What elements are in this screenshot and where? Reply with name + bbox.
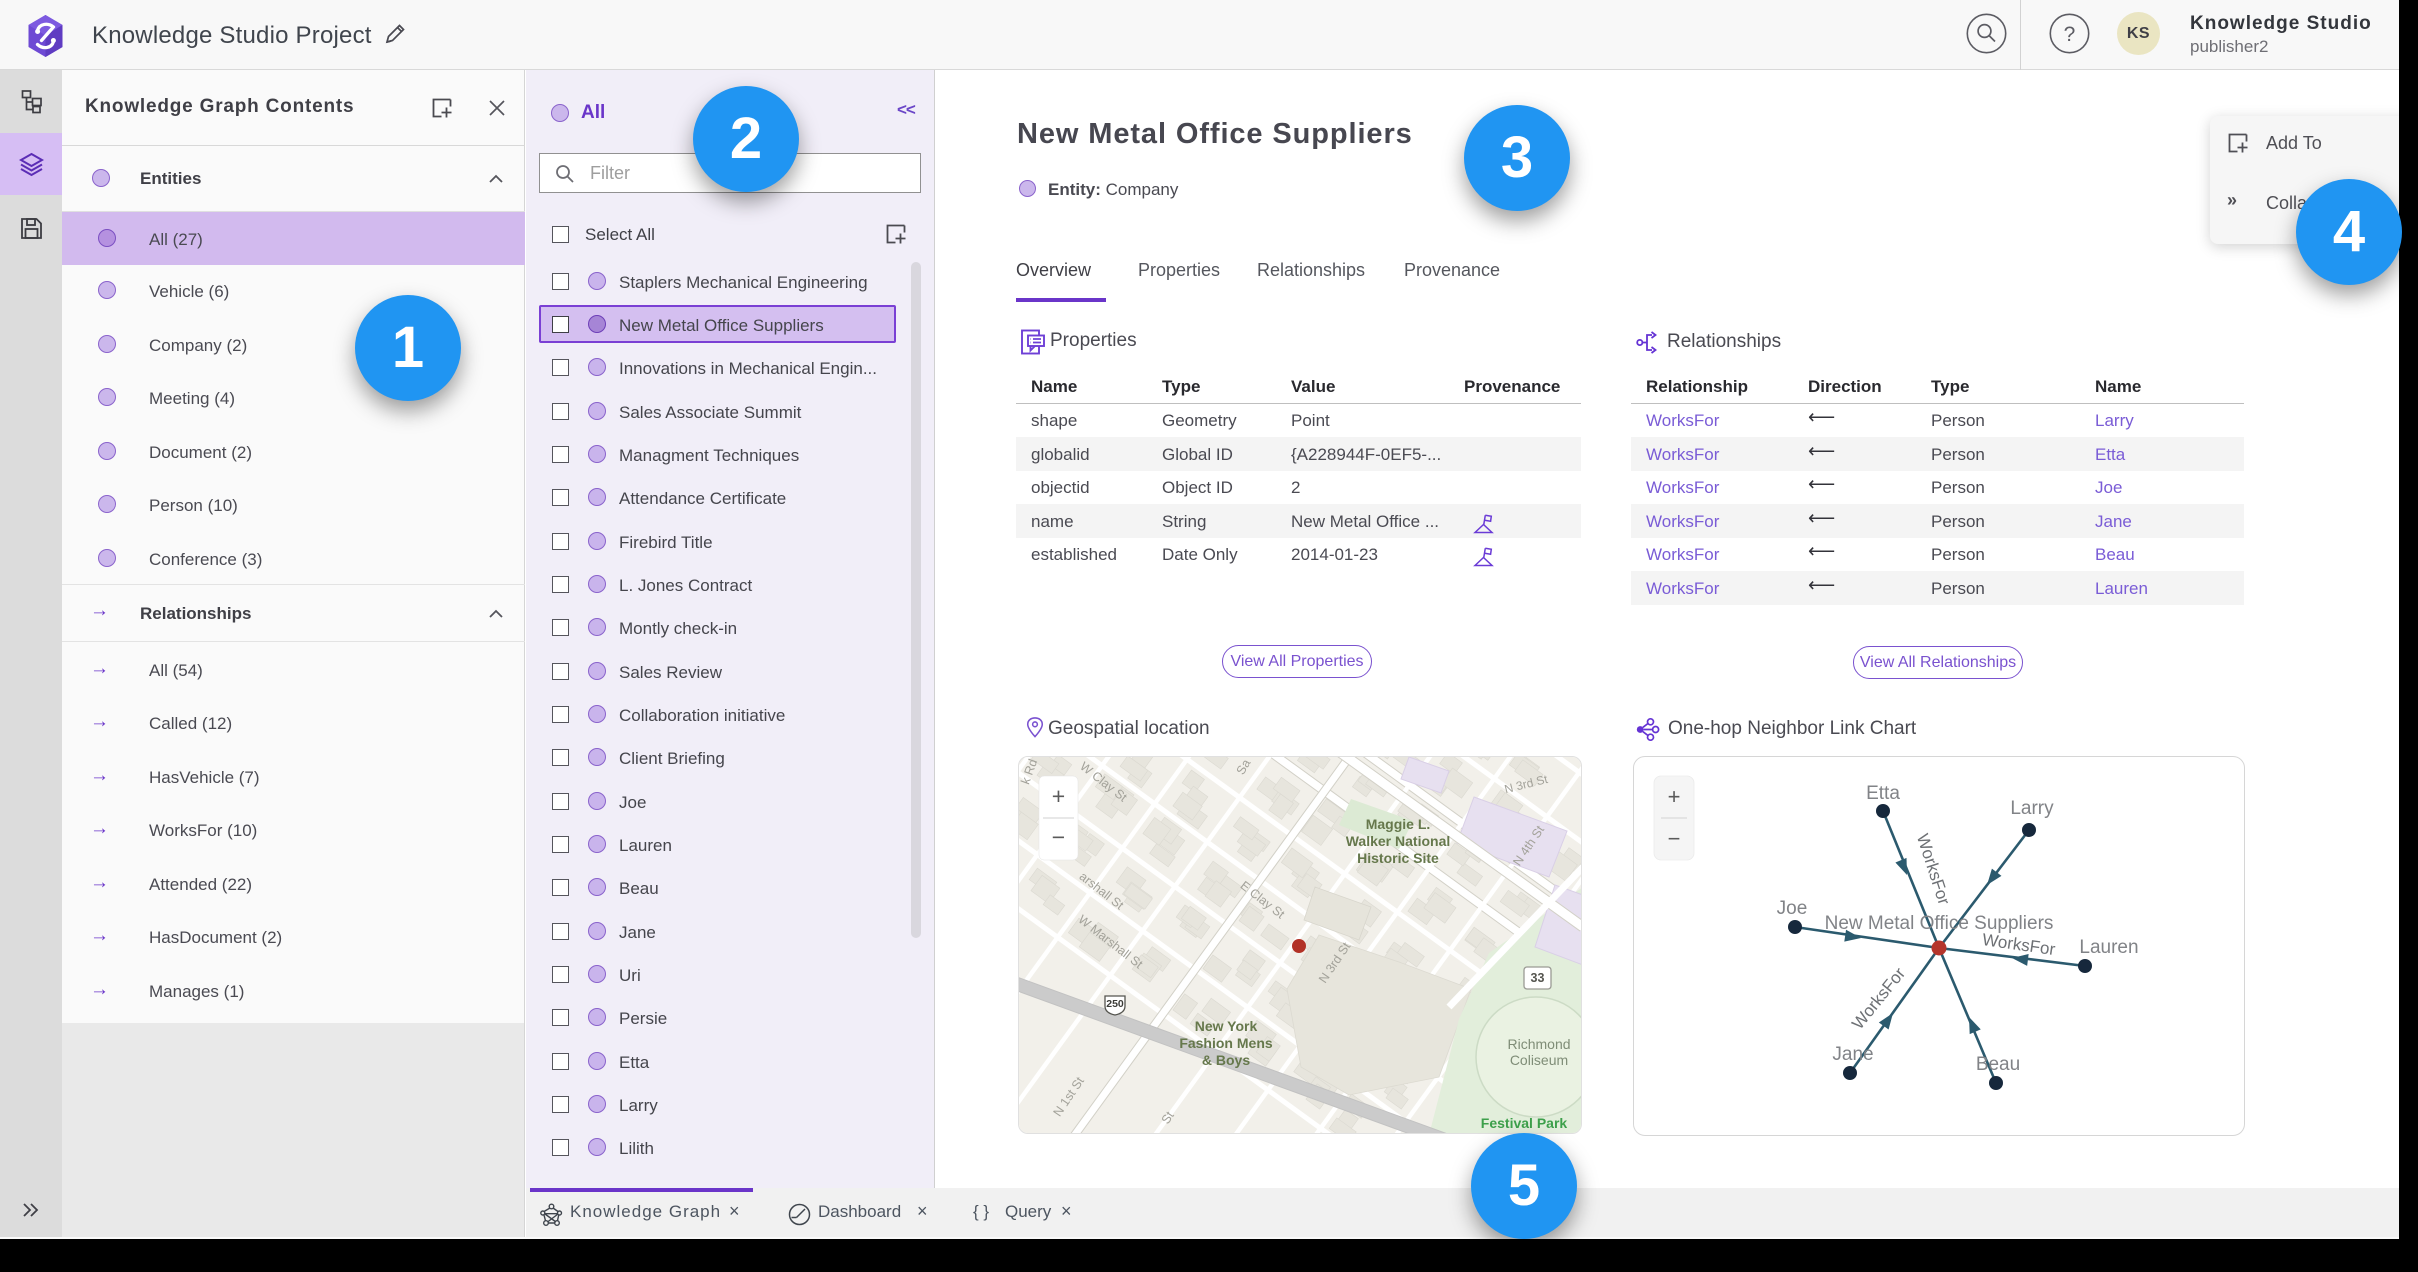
svg-text:Beau: Beau xyxy=(1976,1054,2020,1075)
svg-text:Walker National: Walker National xyxy=(1346,833,1451,849)
svg-text:Fashion Mens: Fashion Mens xyxy=(1179,1035,1273,1051)
svg-text:New Metal Office Suppliers: New Metal Office Suppliers xyxy=(1825,913,2054,934)
svg-text:Historic Site: Historic Site xyxy=(1357,850,1439,866)
svg-text:+: + xyxy=(1668,784,1681,809)
svg-text:Joe: Joe xyxy=(1777,898,1808,919)
svg-text:−: − xyxy=(1052,824,1065,850)
svg-text:& Boys: & Boys xyxy=(1202,1052,1250,1068)
svg-text:Maggie L.: Maggie L. xyxy=(1366,816,1431,832)
svg-text:Larry: Larry xyxy=(2010,798,2054,819)
svg-text:?: ? xyxy=(2064,23,2076,46)
svg-text:Jane: Jane xyxy=(1832,1044,1873,1065)
svg-text:Etta: Etta xyxy=(1866,783,1900,804)
svg-text:Festival Park: Festival Park xyxy=(1481,1115,1568,1131)
svg-text:250: 250 xyxy=(1106,998,1124,1010)
svg-text:+: + xyxy=(1052,783,1065,809)
svg-text:−: − xyxy=(1668,826,1681,851)
svg-text:Coliseum: Coliseum xyxy=(1510,1052,1568,1068)
svg-text:WorksFor: WorksFor xyxy=(1848,964,1909,1033)
svg-text:33: 33 xyxy=(1531,971,1545,985)
svg-text:New York: New York xyxy=(1195,1018,1258,1034)
svg-text:Lauren: Lauren xyxy=(2079,937,2138,958)
svg-text:Richmond: Richmond xyxy=(1507,1036,1570,1052)
